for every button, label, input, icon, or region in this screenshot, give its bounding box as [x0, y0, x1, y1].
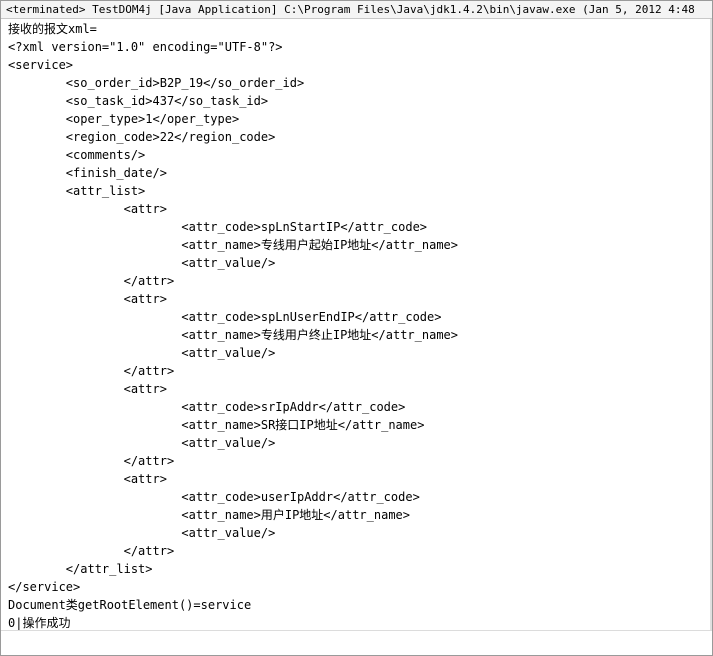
console-line: <oper_type>1</oper_type> [8, 112, 240, 126]
console-line: <attr_name>SR接口IP地址</attr_name> [8, 418, 425, 432]
console-line: <attr_code>srIpAddr</attr_code> [8, 400, 406, 414]
console-line: </service> [8, 580, 81, 594]
console-line: <attr_value/> [8, 526, 276, 540]
console-line: <attr_value/> [8, 346, 276, 360]
console-line: </attr> [8, 544, 175, 558]
console-line: Document类getRootElement()=service [8, 598, 252, 612]
console-line: <attr_code>userIpAddr</attr_code> [8, 490, 420, 504]
console-line: <attr> [8, 382, 167, 396]
console-line: <attr> [8, 202, 167, 216]
console-line: <service> [8, 58, 74, 72]
console-line: <attr_value/> [8, 436, 276, 450]
console-line: </attr> [8, 274, 175, 288]
console-line: <so_task_id>437</so_task_id> [8, 94, 269, 108]
console-line: <attr_code>spLnUserEndIP</attr_code> [8, 310, 442, 324]
console-title-bar: <terminated> TestDOM4j [Java Application… [1, 1, 712, 19]
console-line: <so_order_id>B2P_19</so_order_id> [8, 76, 305, 90]
console-line: <attr_name>专线用户起始IP地址</attr_name> [8, 238, 459, 252]
console-line: <attr> [8, 292, 167, 306]
console-line: <?xml version="1.0" encoding="UTF-8"?> [8, 40, 283, 54]
console-line: <attr_code>spLnStartIP</attr_code> [8, 220, 428, 234]
console-view: <terminated> TestDOM4j [Java Application… [0, 0, 713, 656]
console-line: 0|操作成功 [8, 616, 71, 630]
console-line: <attr_name>用户IP地址</attr_name> [8, 508, 411, 522]
horizontal-scrollbar[interactable] [1, 630, 712, 655]
console-line: <finish_date/> [8, 166, 167, 180]
console-output[interactable]: 接收的报文xml= <?xml version="1.0" encoding="… [1, 20, 712, 630]
console-line: </attr_list> [8, 562, 153, 576]
console-line: <region_code>22</region_code> [8, 130, 276, 144]
console-line: <comments/> [8, 148, 146, 162]
console-line: </attr> [8, 454, 175, 468]
console-line: <attr> [8, 472, 167, 486]
console-line: <attr_name>专线用户终止IP地址</attr_name> [8, 328, 459, 342]
console-line: <attr_value/> [8, 256, 276, 270]
console-line: </attr> [8, 364, 175, 378]
console-right-border [710, 19, 712, 631]
console-line: 接收的报文xml= [8, 22, 97, 36]
console-line: <attr_list> [8, 184, 146, 198]
